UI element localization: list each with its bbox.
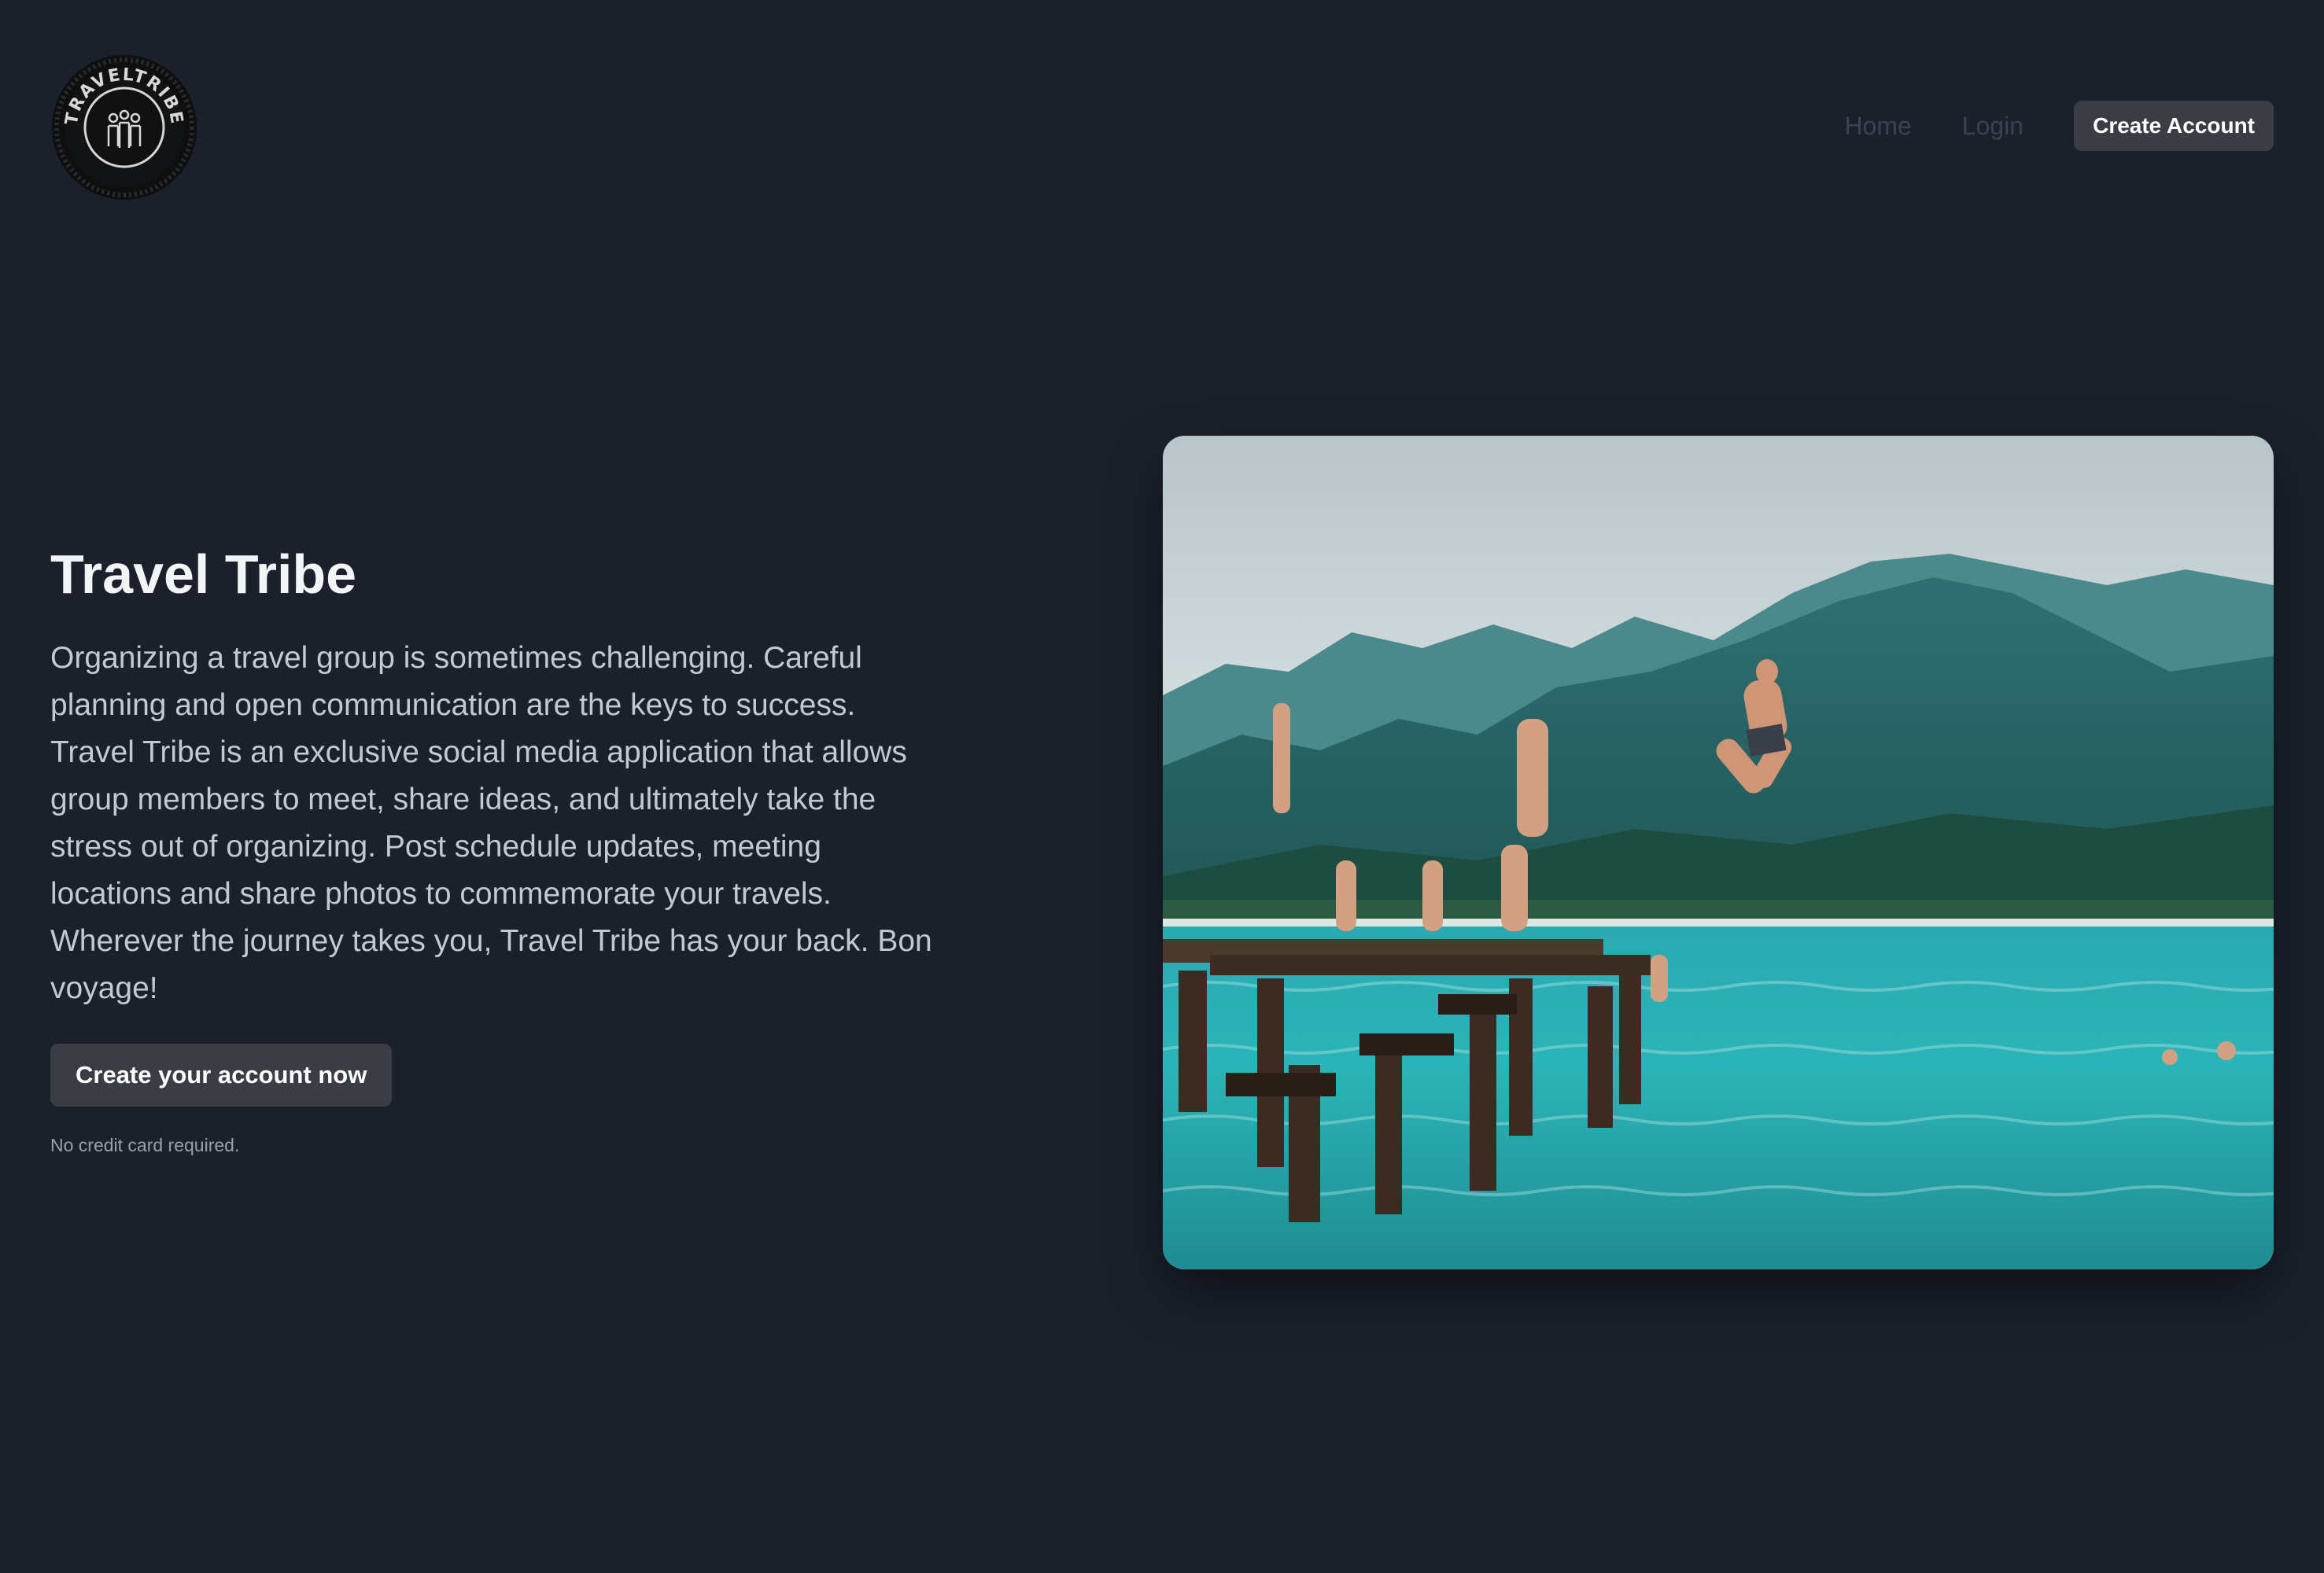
create-your-account-button[interactable]: Create your account now [50,1044,393,1107]
hero-section: Travel Tribe Organizing a travel group i… [50,544,947,1156]
nav-home-link[interactable]: Home [1844,101,1911,151]
hero-title: Travel Tribe [50,543,357,605]
top-navigation: Home Login Create Account [1844,101,2274,151]
no-credit-card-note: No credit card required. [50,1135,240,1155]
hero-image [1163,436,2274,1269]
traveltribe-badge-logo: TRAVELTRIBE [52,55,197,200]
hero-description: Organizing a travel group is sometimes c… [50,641,932,1005]
nav-login-link[interactable]: Login [1962,101,2023,151]
create-account-button[interactable]: Create Account [2074,101,2274,151]
traveltribe-logo[interactable]: TRAVELTRIBE [50,53,198,201]
people-on-pier-photo [1163,436,2274,1269]
